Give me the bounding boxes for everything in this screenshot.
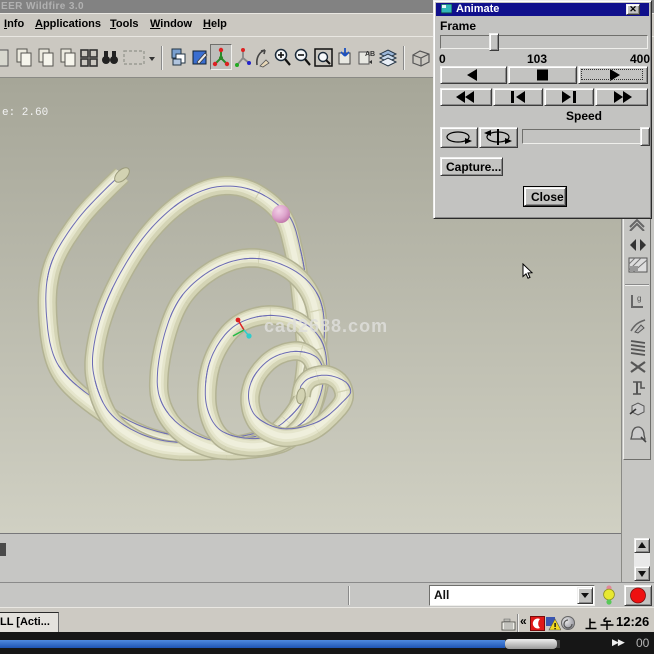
svg-text:g: g bbox=[637, 294, 641, 303]
